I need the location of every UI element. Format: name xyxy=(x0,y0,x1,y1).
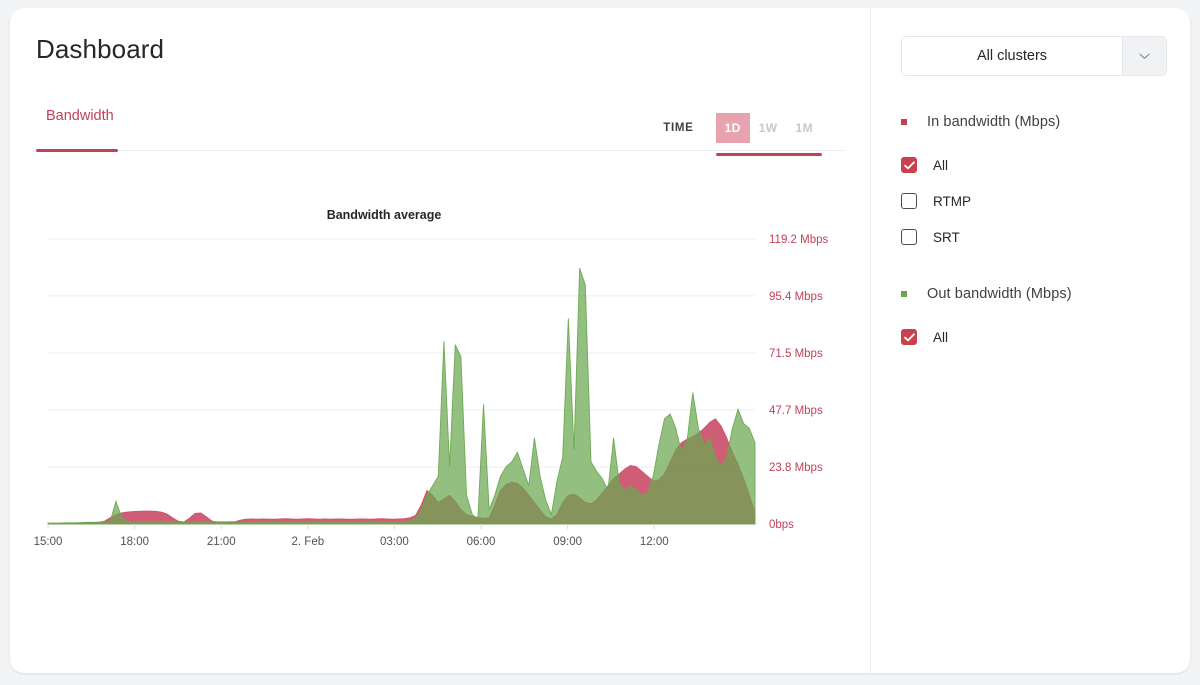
checkbox-label-in-srt: SRT xyxy=(933,229,960,245)
checkbox-in-srt[interactable] xyxy=(901,229,917,245)
svg-text:09:00: 09:00 xyxy=(553,536,582,548)
legend-dot-in-bandwidth xyxy=(901,119,907,125)
dashboard-card: Dashboard Bandwidth TIME 1D 1W 1M Bandwi… xyxy=(10,8,1190,673)
tab-bar: Bandwidth TIME 1D 1W 1M xyxy=(36,101,844,156)
chevron-down-icon xyxy=(1122,37,1166,75)
cluster-select[interactable]: All clusters xyxy=(901,36,1167,76)
tab-bandwidth-label: Bandwidth xyxy=(46,108,114,124)
svg-text:71.5 Mbps: 71.5 Mbps xyxy=(769,348,823,360)
svg-text:15:00: 15:00 xyxy=(34,536,63,548)
svg-text:95.4 Mbps: 95.4 Mbps xyxy=(769,291,823,303)
checkbox-row-in-rtmp[interactable]: RTMP xyxy=(901,190,1166,212)
svg-text:03:00: 03:00 xyxy=(380,536,409,548)
time-range-buttons: 1D 1W 1M xyxy=(715,113,823,156)
chart-area: Bandwidth average 0bps 23.8 Mbps 47.7 Mbps… xyxy=(10,163,870,583)
svg-text:12:00: 12:00 xyxy=(640,536,669,548)
page-title: Dashboard xyxy=(36,34,165,64)
checkbox-row-in-all[interactable]: All xyxy=(901,154,1166,176)
checkbox-label-in-rtmp: RTMP xyxy=(933,193,972,209)
legend-label-out-bandwidth: Out bandwidth (Mbps) xyxy=(927,286,1072,302)
svg-text:0bps: 0bps xyxy=(769,519,794,531)
legend-label-in-bandwidth: In bandwidth (Mbps) xyxy=(927,114,1061,130)
checkbox-row-in-srt[interactable]: SRT xyxy=(901,226,1166,248)
checkbox-row-out-all[interactable]: All xyxy=(901,326,1166,348)
page-root: Dashboard Bandwidth TIME 1D 1W 1M Bandwi… xyxy=(0,0,1200,685)
checkbox-label-in-all: All xyxy=(933,157,949,173)
checkbox-label-out-all: All xyxy=(933,329,949,345)
bandwidth-chart[interactable]: 0bps 23.8 Mbps 47.7 Mbps 71.5 Mbps 95.4 Mbps… xyxy=(10,163,870,583)
checkbox-in-all[interactable] xyxy=(901,157,917,173)
checkbox-in-rtmp[interactable] xyxy=(901,193,917,209)
time-label: TIME xyxy=(663,122,694,134)
svg-text:18:00: 18:00 xyxy=(120,536,149,548)
svg-text:23.8 Mbps: 23.8 Mbps xyxy=(769,462,823,474)
svg-text:06:00: 06:00 xyxy=(467,536,496,548)
time-range-1d[interactable]: 1D xyxy=(715,113,750,143)
legend-dot-out-bandwidth xyxy=(901,291,907,297)
sidebar-panel: All clusters In bandwidth (Mbps) All RTM… xyxy=(870,8,1190,673)
cluster-select-value: All clusters xyxy=(902,37,1122,75)
legend-in-bandwidth: In bandwidth (Mbps) xyxy=(901,112,1166,132)
time-range-1w[interactable]: 1W xyxy=(750,113,787,143)
svg-text:21:00: 21:00 xyxy=(207,536,236,548)
time-range-1m[interactable]: 1M xyxy=(787,113,822,143)
time-range-selector: TIME 1D 1W 1M xyxy=(663,106,823,156)
svg-text:47.7 Mbps: 47.7 Mbps xyxy=(769,405,823,417)
svg-text:2. Feb: 2. Feb xyxy=(292,536,325,548)
checkbox-out-all[interactable] xyxy=(901,329,917,345)
legend-out-bandwidth: Out bandwidth (Mbps) xyxy=(901,284,1166,304)
tab-bandwidth[interactable]: Bandwidth xyxy=(36,101,128,152)
main-panel: Dashboard Bandwidth TIME 1D 1W 1M Bandwi… xyxy=(10,8,870,673)
svg-text:119.2 Mbps: 119.2 Mbps xyxy=(769,234,828,246)
